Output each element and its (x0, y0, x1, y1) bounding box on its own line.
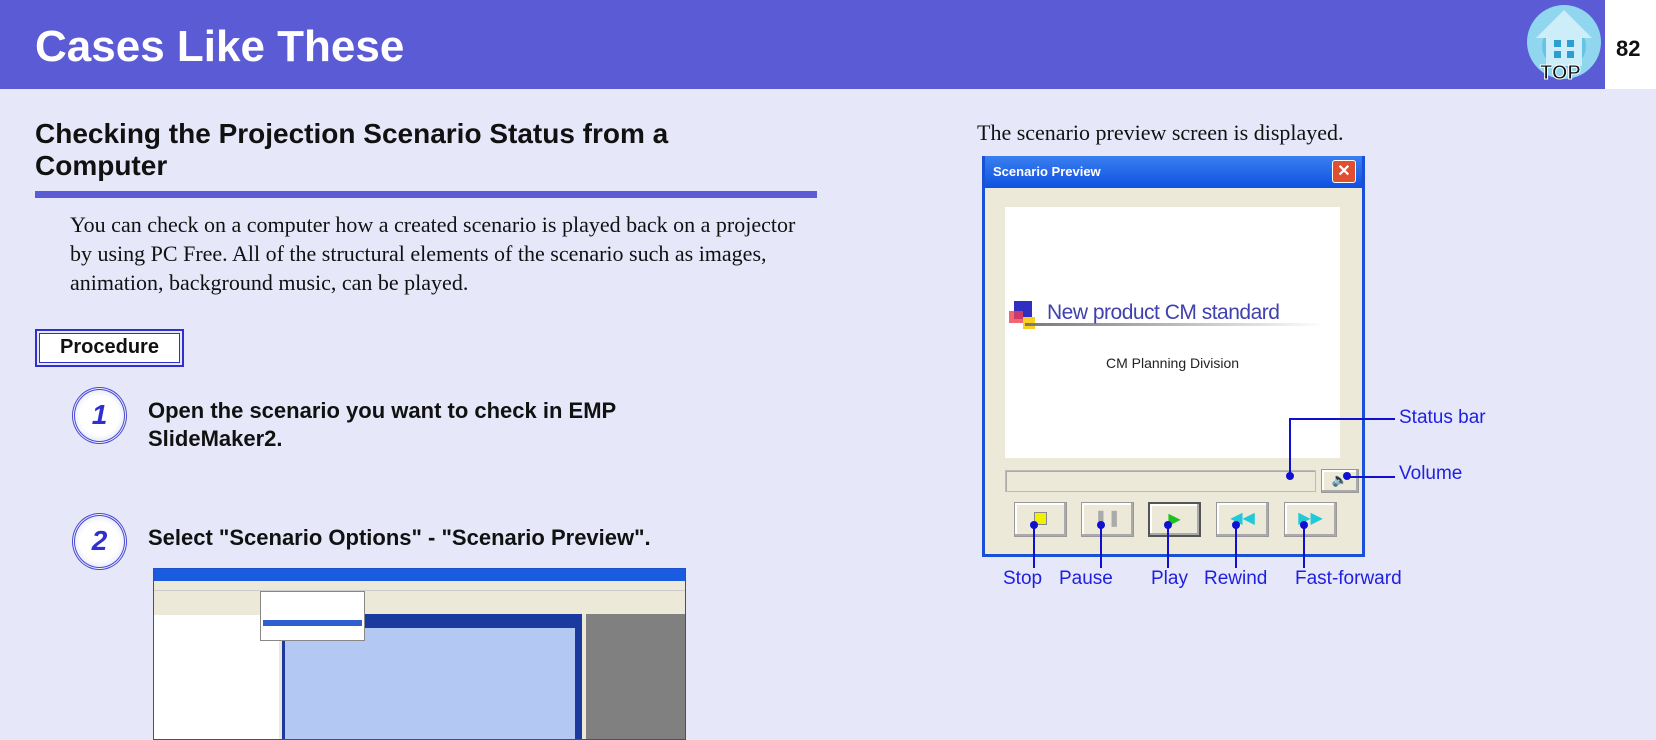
fast-forward-leader (1303, 525, 1305, 568)
play-button[interactable]: ▶ (1148, 502, 1201, 537)
step-1-number: 1 (72, 387, 127, 444)
fast-forward-label: Fast-forward (1295, 568, 1402, 589)
top-home-button[interactable]: TOP (1524, 2, 1604, 88)
scenario-preview-menu-item (263, 620, 362, 626)
status-bar-leader-h (1289, 418, 1395, 420)
app-menubar (154, 581, 685, 591)
stop-leader (1033, 525, 1035, 568)
stop-dot (1030, 521, 1038, 529)
page-title: Cases Like These (35, 22, 405, 71)
volume-dot (1343, 472, 1351, 480)
rewind-button[interactable]: ◀◀ (1216, 502, 1269, 537)
step-2-text: Select "Scenario Options" - "Scenario Pr… (148, 525, 651, 550)
pause-dot (1097, 521, 1105, 529)
stop-label: Stop (1003, 568, 1043, 589)
result-text: The scenario preview screen is displayed… (977, 120, 1344, 145)
rewind-dot (1232, 521, 1240, 529)
volume-label: Volume (1399, 463, 1463, 484)
rewind-leader (1235, 525, 1237, 568)
rewind-label: Rewind (1204, 568, 1268, 589)
play-label: Play (1151, 568, 1188, 589)
fast-forward-button[interactable]: ▶▶ (1284, 502, 1337, 537)
procedure-label: Procedure (35, 329, 184, 367)
pause-button[interactable]: ❚❚ (1081, 502, 1134, 537)
status-bar (1005, 470, 1316, 492)
slide-subtitle: CM Planning Division (1105, 355, 1240, 371)
page-number: 82 (1616, 36, 1641, 61)
step-2-number: 2 (72, 513, 127, 570)
pause-leader (1100, 525, 1102, 568)
heading-underline (35, 191, 817, 198)
dialog-title: Scenario Preview (985, 156, 1362, 188)
pause-label: Pause (1059, 568, 1113, 589)
volume-leader (1347, 476, 1395, 478)
scenario-options-menu (260, 591, 365, 641)
fast-forward-dot (1300, 521, 1308, 529)
intro-paragraph: You can check on a computer how a create… (70, 212, 796, 295)
slidemaker-screenshot (153, 568, 686, 740)
top-label: TOP (1540, 62, 1582, 85)
close-button[interactable]: ✕ (1332, 160, 1356, 183)
scenario-preview-dialog: Scenario Preview ✕ New product CM standa… (982, 156, 1365, 557)
step-1-text: Open the scenario you want to check in E… (148, 398, 616, 451)
stop-button[interactable] (1014, 502, 1067, 537)
workspace (586, 614, 685, 739)
status-bar-label: Status bar (1399, 407, 1486, 428)
status-bar-leader (1289, 418, 1291, 476)
section-heading: Checking the Projection Scenario Status … (35, 118, 669, 181)
app-titlebar (154, 569, 685, 581)
slide-title: New product CM standard (1047, 301, 1280, 324)
play-dot (1164, 521, 1172, 529)
volume-button[interactable]: 🔈 (1321, 469, 1359, 493)
play-leader (1167, 525, 1169, 568)
status-bar-dot (1286, 472, 1294, 480)
